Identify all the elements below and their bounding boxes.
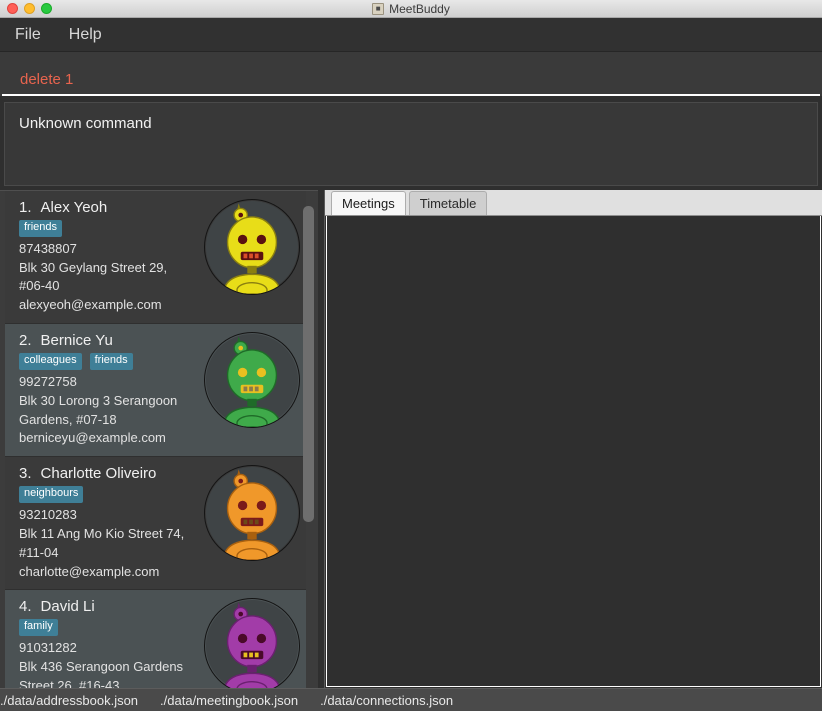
app-icon: ■ xyxy=(372,3,385,15)
status-bar-file-path: ./data/connections.json xyxy=(320,692,454,708)
person-address-line-2: #11-04 xyxy=(19,544,59,560)
person-avatar-robot-orange xyxy=(204,465,300,562)
status-bar-file-path: ./data/addressbook.json xyxy=(0,692,139,708)
person-tag: family xyxy=(19,619,58,637)
window-title-group: ■ MeetBuddy xyxy=(0,0,822,18)
person-email: alexyeoh@example.com xyxy=(19,297,162,313)
main-content: 1. Alex Yeoh friends 87438807 Blk 30 Geylang… xyxy=(0,190,822,688)
title-bar: ■ MeetBuddy xyxy=(0,0,822,18)
menu-item-file[interactable]: File xyxy=(12,24,44,46)
scrollbar-thumb[interactable] xyxy=(303,206,314,522)
person-tags: colleagues friends xyxy=(19,353,200,370)
person-tag: friends xyxy=(19,220,63,237)
person-address-line-2: #06-40 xyxy=(19,278,60,294)
person-address-line-1: Blk 11 Ang Mo Kio Street 74, xyxy=(19,525,185,541)
person-details: 2. Bernice Yu colleagues friends 99272758 Blk… xyxy=(19,332,200,448)
person-details: 1. Alex Yeoh friends 87438807 Blk 30 Geylang… xyxy=(19,199,200,315)
status-bar-file-path: ./data/meetingbook.json xyxy=(160,692,299,708)
person-tags: neighbours xyxy=(19,486,200,503)
person-card[interactable]: 1. Alex Yeoh friends 87438807 Blk 30 Geylang… xyxy=(5,191,306,325)
person-list-panel: 1. Alex Yeoh friends 87438807 Blk 30 Geylang… xyxy=(0,190,318,688)
person-address-line-2: Street 26, #16-43 xyxy=(19,677,120,688)
menu-item-help[interactable]: Help xyxy=(66,24,105,46)
person-name: David Li xyxy=(40,598,95,616)
menu-bar: File Help xyxy=(0,18,822,52)
person-avatar-robot-green xyxy=(204,332,300,429)
person-index: 4. xyxy=(19,598,32,616)
person-card[interactable]: 3. Charlotte Oliveiro neighbours 93210283 Bl… xyxy=(5,457,306,591)
person-tag: colleagues xyxy=(19,353,82,370)
person-name: Alex Yeoh xyxy=(40,199,108,216)
person-name: Charlotte Oliveiro xyxy=(40,465,157,483)
person-list-scrollbar[interactable] xyxy=(303,201,314,679)
person-name-row: 3. Charlotte Oliveiro xyxy=(19,465,200,482)
person-address-line-1: Blk 30 Geylang Street 29, xyxy=(19,259,168,275)
person-email: charlotte@example.com xyxy=(19,563,160,579)
person-index: 1. xyxy=(19,199,32,216)
person-phone: 93210283 xyxy=(19,507,77,522)
window-title: MeetBuddy xyxy=(389,2,450,16)
person-address-line-1: Blk 30 Lorong 3 Serangoon xyxy=(19,392,178,408)
person-avatar-robot-purple xyxy=(204,598,300,688)
person-details: 4. David Li family 91031282 Blk 436 Serangoo… xyxy=(19,598,200,688)
person-tag: friends xyxy=(89,353,133,370)
tab-panel: Meetings Timetable xyxy=(324,190,822,688)
person-phone: 99272758 xyxy=(19,373,77,389)
person-email: berniceyu@example.com xyxy=(19,430,166,446)
command-area xyxy=(0,52,822,96)
person-address-line-2: Gardens, #07-18 xyxy=(19,411,117,427)
person-tags: friends xyxy=(19,220,200,237)
person-phone: 87438807 xyxy=(19,240,77,256)
person-name-row: 1. Alex Yeoh xyxy=(19,199,200,216)
person-avatar-robot-yellow xyxy=(204,199,300,295)
person-list[interactable]: 1. Alex Yeoh friends 87438807 Blk 30 Geylang… xyxy=(5,191,306,688)
person-name: Bernice Yu xyxy=(40,332,113,350)
tab-strip: Meetings Timetable xyxy=(325,190,822,216)
person-card[interactable]: 2. Bernice Yu colleagues friends 99272758 Blk… xyxy=(5,324,306,458)
result-display: Unknown command xyxy=(4,102,818,186)
person-tag: neighbours xyxy=(19,486,84,503)
person-name-row: 4. David Li xyxy=(19,598,200,615)
command-input[interactable] xyxy=(2,64,820,96)
application-window: ■ MeetBuddy File Help Unknown command 1.… xyxy=(0,0,822,711)
person-tags: family xyxy=(19,619,200,637)
person-card[interactable]: 4. David Li family 91031282 Blk 436 Serangoo… xyxy=(5,590,306,688)
result-message: Unknown command xyxy=(19,115,152,132)
tab-timetable[interactable]: Timetable xyxy=(408,191,488,215)
tab-meetings[interactable]: Meetings xyxy=(331,191,406,215)
person-phone: 91031282 xyxy=(19,640,77,656)
status-bar: ./data/addressbook.json ./data/meetingboo… xyxy=(0,688,822,711)
person-name-row: 2. Bernice Yu xyxy=(19,332,200,349)
person-address-line-1: Blk 436 Serangoon Gardens xyxy=(19,658,184,674)
result-area: Unknown command xyxy=(0,96,822,191)
person-index: 3. xyxy=(19,465,32,483)
person-index: 2. xyxy=(19,332,32,350)
tab-content-meetings xyxy=(326,216,821,687)
person-details: 3. Charlotte Oliveiro neighbours 93210283 Bl… xyxy=(19,465,200,581)
